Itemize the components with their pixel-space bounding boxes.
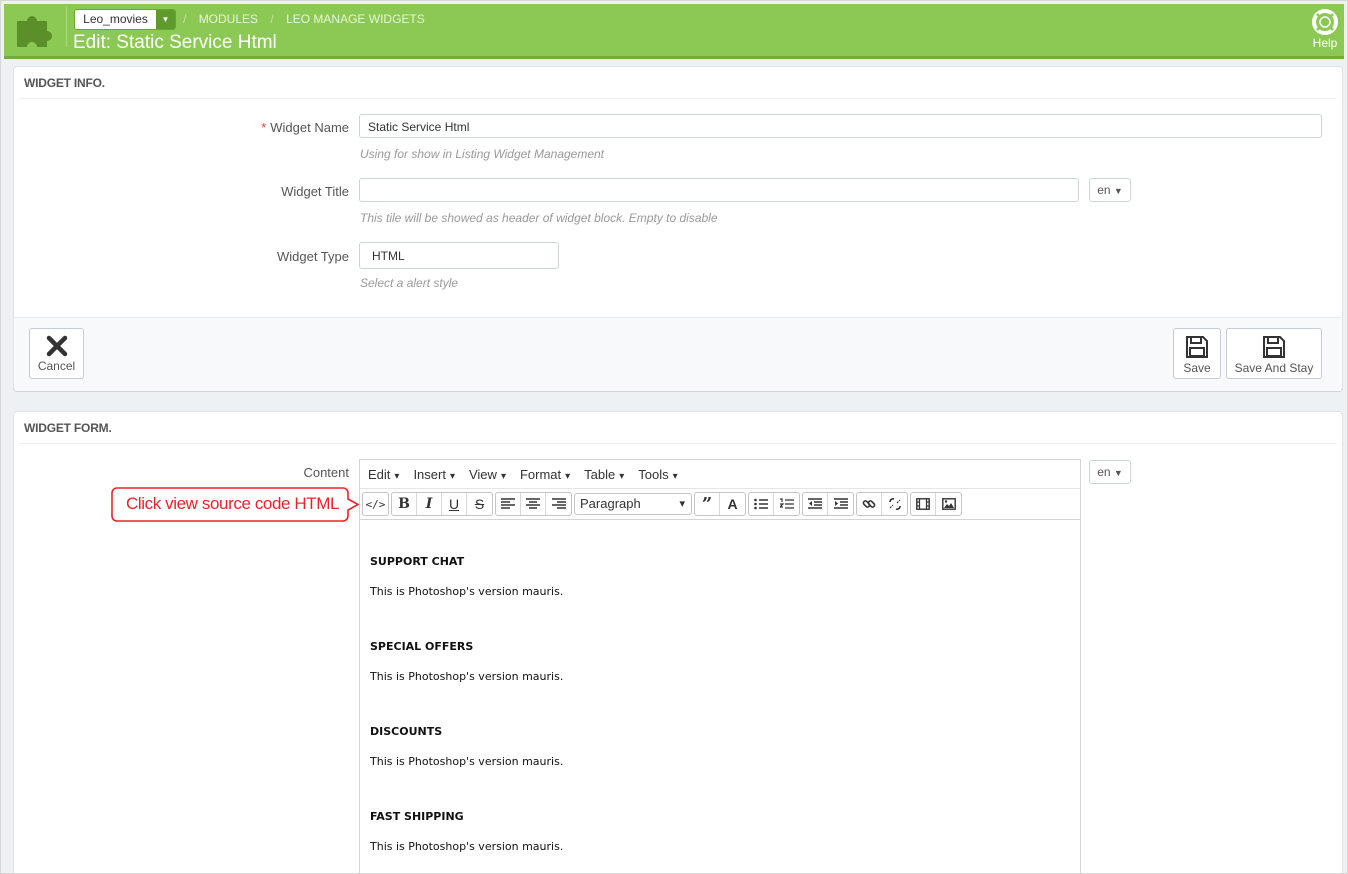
align-left-icon[interactable] bbox=[496, 493, 521, 515]
widget-name-input[interactable]: Static Service Html bbox=[359, 114, 1322, 138]
chevron-down-icon: ▼ bbox=[156, 10, 175, 29]
menu-insert[interactable]: Insert bbox=[413, 467, 455, 482]
content-heading: SPECIAL OFFERS bbox=[370, 640, 474, 653]
close-icon bbox=[46, 335, 67, 357]
text-color-icon[interactable]: A bbox=[720, 493, 745, 515]
panel-rule bbox=[19, 98, 1337, 99]
help-label: Help bbox=[1312, 36, 1338, 50]
save-and-stay-label: Save And Stay bbox=[1234, 361, 1314, 375]
breadcrumb-sep: / bbox=[270, 12, 274, 26]
outdent-icon[interactable] bbox=[803, 493, 828, 515]
widget-title-input[interactable] bbox=[359, 178, 1079, 202]
toolbar-group-align bbox=[495, 492, 572, 516]
breadcrumb: / MODULES / LEO MANAGE WIDGETS bbox=[183, 12, 434, 26]
editor-content-area[interactable]: SUPPORT CHAT This is Photoshop's version… bbox=[360, 520, 1080, 863]
blockquote-icon[interactable]: ” bbox=[695, 493, 720, 515]
cancel-label: Cancel bbox=[37, 359, 76, 373]
chevron-down-icon: ▼ bbox=[1113, 468, 1123, 478]
toolbar-group-indent bbox=[802, 492, 854, 516]
content-heading: FAST SHIPPING bbox=[370, 810, 464, 823]
panel-footer: Cancel Save Save And Stay bbox=[15, 317, 1341, 391]
panel-title-widget-info: WIDGET INFO. bbox=[24, 76, 105, 90]
panel-rule bbox=[19, 443, 1337, 444]
content-label: Content bbox=[303, 465, 349, 480]
breadcrumb-leo-manage-widgets[interactable]: LEO MANAGE WIDGETS bbox=[286, 12, 425, 26]
content-paragraph: This is Photoshop's version mauris. bbox=[370, 840, 564, 853]
link-icon[interactable] bbox=[857, 493, 882, 515]
breadcrumb-modules[interactable]: MODULES bbox=[199, 12, 258, 26]
widget-type-field[interactable]: HTML bbox=[359, 242, 559, 269]
align-right-icon[interactable] bbox=[546, 493, 571, 515]
content-paragraph: This is Photoshop's version mauris. bbox=[370, 670, 564, 683]
italic-icon[interactable]: I bbox=[417, 493, 442, 515]
widget-title-hint: This tile will be showed as header of wi… bbox=[360, 211, 718, 225]
lifebuoy-icon bbox=[1312, 9, 1338, 35]
paragraph-format-select[interactable]: Paragraph bbox=[574, 493, 692, 515]
toolbar-group-link bbox=[856, 492, 908, 516]
shop-selector[interactable]: Leo_movies ▼ bbox=[74, 9, 176, 30]
content-heading: DISCOUNTS bbox=[370, 725, 443, 738]
bullet-list-icon[interactable] bbox=[749, 493, 774, 515]
required-mark: * bbox=[261, 120, 267, 135]
module-puzzle-icon bbox=[17, 16, 52, 47]
image-icon[interactable] bbox=[936, 493, 961, 515]
unlink-icon[interactable] bbox=[882, 493, 907, 515]
editor-toolbar: </> B I U S Paragraph ▾ ” A bbox=[360, 489, 1080, 520]
content-paragraph: This is Photoshop's version mauris. bbox=[370, 755, 564, 768]
save-and-stay-button[interactable]: Save And Stay bbox=[1226, 328, 1322, 379]
menu-edit[interactable]: Edit bbox=[368, 467, 399, 482]
floppy-disk-icon bbox=[1186, 336, 1208, 358]
header-divider bbox=[66, 7, 67, 47]
strikethrough-icon[interactable]: S bbox=[467, 493, 492, 515]
widget-title-lang-select[interactable]: en ▼ bbox=[1089, 178, 1131, 202]
breadcrumb-sep: / bbox=[183, 12, 187, 26]
toolbar-group-media bbox=[910, 492, 962, 516]
chevron-down-icon: ▼ bbox=[1113, 186, 1123, 196]
widget-name-label: * Widget Name bbox=[149, 120, 349, 135]
widget-name-label-text: Widget Name bbox=[270, 120, 349, 135]
header-underline bbox=[4, 56, 1344, 59]
content-heading: SUPPORT CHAT bbox=[370, 555, 465, 568]
widget-type-label: Widget Type bbox=[276, 249, 349, 264]
widget-type-hint: Select a alert style bbox=[360, 276, 459, 290]
widget-title-label: Widget Title bbox=[281, 184, 349, 199]
lang-value: en bbox=[1097, 465, 1111, 479]
rich-text-editor: Edit Insert View Format Table Tools </> … bbox=[359, 459, 1081, 873]
widget-form-panel: WIDGET FORM. Content Edit Insert View Fo… bbox=[13, 411, 1343, 873]
menu-tools[interactable]: Tools bbox=[638, 467, 677, 482]
media-icon[interactable] bbox=[911, 493, 936, 515]
source-code-callout: Click view source code HTML bbox=[111, 487, 361, 528]
menu-table[interactable]: Table bbox=[584, 467, 624, 482]
lang-value: en bbox=[1097, 183, 1111, 197]
panel-title-widget-form: WIDGET FORM. bbox=[24, 421, 112, 435]
menu-format[interactable]: Format bbox=[520, 467, 570, 482]
page-title: Edit: Static Service Html bbox=[73, 32, 277, 53]
toolbar-group-lists bbox=[748, 492, 800, 516]
toolbar-group-quote: ” A bbox=[694, 492, 746, 516]
numbered-list-icon[interactable] bbox=[774, 493, 799, 515]
floppy-disk-icon bbox=[1263, 336, 1285, 358]
cancel-button[interactable]: Cancel bbox=[29, 328, 84, 379]
bold-icon[interactable]: B bbox=[392, 493, 417, 515]
toolbar-group-source: </> bbox=[362, 492, 389, 516]
callout-text: Click view source code HTML bbox=[126, 494, 340, 513]
underline-icon[interactable]: U bbox=[442, 493, 467, 515]
widget-name-hint: Using for show in Listing Widget Managem… bbox=[360, 147, 605, 161]
source-code-icon[interactable]: </> bbox=[363, 493, 388, 515]
menu-view[interactable]: View bbox=[469, 467, 506, 482]
indent-icon[interactable] bbox=[828, 493, 853, 515]
app-frame: Leo_movies ▼ / MODULES / LEO MANAGE WIDG… bbox=[0, 0, 1348, 874]
content-paragraph: This is Photoshop's version mauris. bbox=[370, 585, 564, 598]
help-button[interactable]: Help bbox=[1308, 9, 1342, 50]
widget-info-panel: WIDGET INFO. * Widget Name Static Service… bbox=[13, 66, 1343, 391]
editor-menubar: Edit Insert View Format Table Tools bbox=[360, 460, 1080, 489]
shop-selector-value: Leo_movies bbox=[83, 12, 148, 26]
content-lang-select[interactable]: en ▼ bbox=[1089, 460, 1131, 484]
save-button[interactable]: Save bbox=[1173, 328, 1221, 379]
toolbar-group-format: B I U S bbox=[391, 492, 493, 516]
align-center-icon[interactable] bbox=[521, 493, 546, 515]
save-label: Save bbox=[1183, 361, 1211, 375]
